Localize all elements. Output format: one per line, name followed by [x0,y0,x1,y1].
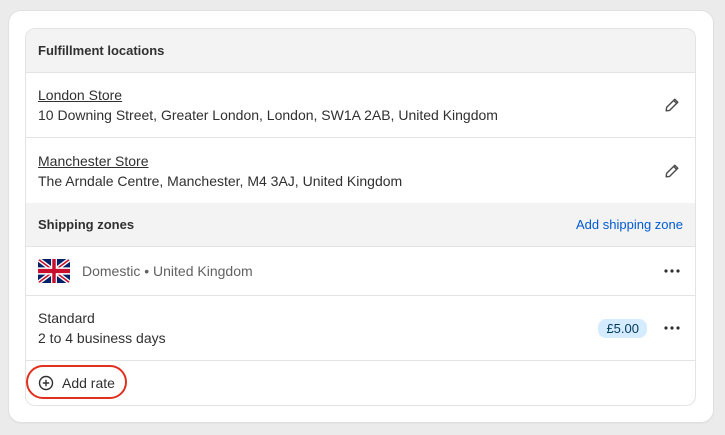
add-rate-label: Add rate [62,375,115,391]
fulfillment-locations-header: Fulfillment locations [26,29,695,73]
shipping-zone-row: Domestic • United Kingdom [26,247,695,296]
ellipsis-icon [664,326,680,330]
pencil-icon [665,98,679,112]
shipping-zones-heading: Shipping zones [38,217,135,232]
location-address: The Arndale Centre, Manchester, M4 3AJ, … [38,172,403,189]
add-shipping-zone-button[interactable]: Add shipping zone [576,217,683,232]
pencil-icon [665,164,679,177]
edit-location-button[interactable] [661,94,683,116]
uk-flag-icon [38,259,70,283]
fulfillment-locations-heading: Fulfillment locations [38,43,165,58]
location-name-link[interactable]: London Store [38,87,498,103]
rate-price-badge: £5.00 [598,318,647,338]
rate-name: Standard [38,310,95,326]
shipping-settings-card: Fulfillment locations London Store 10 Do… [9,11,713,422]
shipping-zone-label: Domestic • United Kingdom [82,263,253,279]
location-row-london: London Store 10 Downing Street, Greater … [26,73,695,138]
shipping-zones-header: Shipping zones Add shipping zone [26,203,695,247]
location-name-link[interactable]: Manchester Store [38,153,402,169]
location-row-manchester: Manchester Store The Arndale Centre, Man… [26,138,695,203]
edit-location-button[interactable] [661,160,683,182]
add-rate-button[interactable]: Add rate [38,375,115,391]
rate-delivery-time: 2 to 4 business days [38,330,166,346]
add-rate-row: Add rate [26,361,695,405]
ellipsis-icon [664,269,680,273]
plus-circle-icon [38,375,54,391]
rate-more-actions-button[interactable] [661,317,683,339]
location-address: 10 Downing Street, Greater London, Londo… [38,107,498,123]
shipping-rate-row: Standard 2 to 4 business days £5.00 [26,296,695,361]
zone-more-actions-button[interactable] [661,260,683,282]
shipping-profile-panel: Fulfillment locations London Store 10 Do… [25,28,696,406]
